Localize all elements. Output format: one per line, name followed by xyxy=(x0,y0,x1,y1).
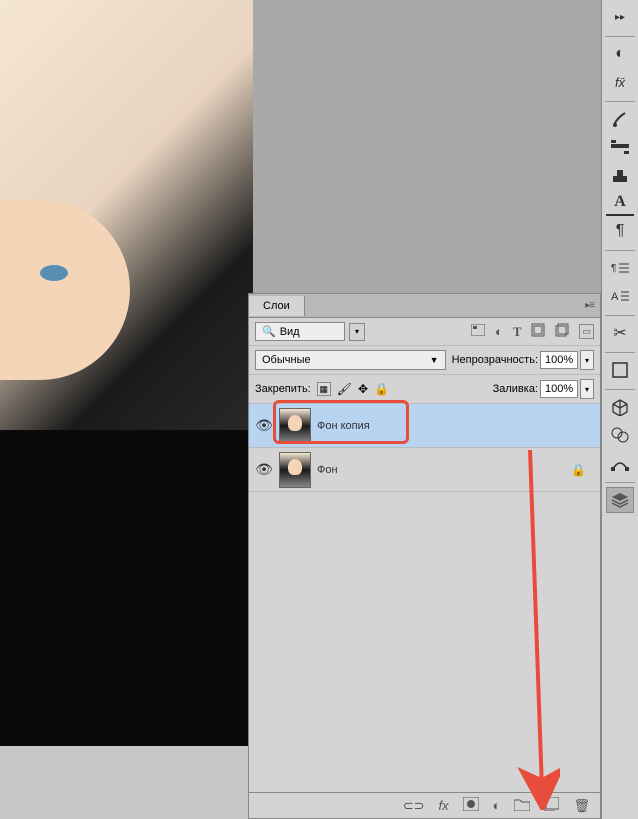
3d-icon[interactable] xyxy=(606,394,634,420)
lock-icon[interactable]: 🔒 xyxy=(571,463,586,477)
lock-all-icon[interactable]: 🔒 xyxy=(374,382,389,396)
right-sidebar: ▸▸ ◐ fx̄ A ¶ ¶ A ✂ xyxy=(601,0,638,819)
opacity-dropdown-icon[interactable]: ▾ xyxy=(580,350,594,370)
delete-layer-icon[interactable]: 🗑 xyxy=(573,798,590,814)
blend-row: Обычные ▼ Непрозрачность: 100% ▾ xyxy=(249,346,600,375)
layer-item-fon-kopiya[interactable]: 👁 Фон копия xyxy=(249,404,600,448)
filter-adjustment-icon[interactable]: ◐ xyxy=(495,324,503,339)
navigator-icon[interactable] xyxy=(606,357,634,383)
filter-toggle-icon[interactable]: ▭ xyxy=(579,324,594,339)
adjustment-icon[interactable]: ◐ xyxy=(606,41,634,67)
blend-mode-value: Обычные xyxy=(262,354,311,366)
character-styles-icon[interactable]: A xyxy=(606,283,634,309)
workspace-background-bottom xyxy=(0,746,253,819)
visibility-icon[interactable]: 👁 xyxy=(255,417,273,434)
clone-source-icon[interactable] xyxy=(606,162,634,188)
filter-smart-icon[interactable] xyxy=(555,323,569,340)
fill-input[interactable]: 100% xyxy=(540,380,578,398)
layer-filter-select[interactable]: 🔍 Вид xyxy=(255,322,345,341)
layers-panel-icon[interactable] xyxy=(606,487,634,513)
lock-position-icon[interactable]: ✥ xyxy=(358,382,368,396)
link-layers-icon[interactable]: ⊂⊃ xyxy=(403,798,425,814)
layer-thumbnail[interactable] xyxy=(279,408,311,444)
fill-label: Заливка: xyxy=(493,383,538,395)
paragraph-styles-icon[interactable]: ¶ xyxy=(606,255,634,281)
filter-label: Вид xyxy=(280,326,300,338)
layer-item-fon[interactable]: 👁 Фон 🔒 xyxy=(249,448,600,492)
filter-pixel-icon[interactable] xyxy=(471,324,485,339)
paths-icon[interactable] xyxy=(606,450,634,476)
paragraph-icon[interactable]: ¶ xyxy=(606,218,634,244)
brush-panel-icon[interactable] xyxy=(606,106,634,132)
lock-paint-icon[interactable]: 🖌 xyxy=(337,382,352,396)
opacity-label: Непрозрачность: xyxy=(452,354,538,366)
collapse-panels-icon[interactable]: ▸▸ xyxy=(606,4,634,30)
opacity-input[interactable]: 100% xyxy=(540,351,578,369)
channels-icon[interactable] xyxy=(606,422,634,448)
chevron-down-icon: ▼ xyxy=(430,355,439,365)
new-layer-icon[interactable] xyxy=(544,797,559,814)
filter-shape-icon[interactable] xyxy=(531,323,545,340)
canvas-area[interactable] xyxy=(0,0,253,746)
lock-transparency-icon[interactable]: ▦ xyxy=(317,382,331,396)
character-icon[interactable]: A xyxy=(606,190,634,216)
layer-name[interactable]: Фон копия xyxy=(317,420,370,432)
fill-dropdown-icon[interactable]: ▾ xyxy=(580,379,594,399)
workspace-background xyxy=(253,0,601,293)
svg-text:¶: ¶ xyxy=(611,263,616,274)
filter-type-icon[interactable]: T xyxy=(513,324,522,340)
swatches-icon[interactable] xyxy=(606,134,634,160)
panel-menu-icon[interactable]: ▸≡ xyxy=(585,300,594,311)
layer-name[interactable]: Фон xyxy=(317,464,338,476)
lock-row: Закрепить: ▦ 🖌 ✥ 🔒 Заливка: 100% ▾ xyxy=(249,375,600,404)
tool-presets-icon[interactable]: ✂ xyxy=(606,320,634,346)
svg-text:A: A xyxy=(611,291,619,303)
layer-mask-icon[interactable] xyxy=(463,797,479,814)
lock-label: Закрепить: xyxy=(255,383,311,395)
layer-thumbnail[interactable] xyxy=(279,452,311,488)
adjustment-layer-icon[interactable]: ◐ xyxy=(493,798,501,813)
layer-group-icon[interactable] xyxy=(514,798,530,814)
panel-tabs: Слои ▸≡ xyxy=(249,294,600,318)
layer-style-icon[interactable]: fx xyxy=(439,798,449,813)
blend-mode-select[interactable]: Обычные ▼ xyxy=(255,350,446,370)
layers-panel-footer: ⊂⊃ fx ◐ 🗑 xyxy=(249,792,600,818)
layers-panel: Слои ▸≡ 🔍 Вид ▾ ◐ T ▭ Обычные ▼ xyxy=(248,293,601,819)
tab-layers[interactable]: Слои xyxy=(249,296,305,316)
layer-list: 👁 Фон копия 👁 Фон 🔒 xyxy=(249,404,600,492)
filter-row: 🔍 Вид ▾ ◐ T ▭ xyxy=(249,318,600,346)
document-image xyxy=(0,0,253,746)
visibility-icon[interactable]: 👁 xyxy=(255,461,273,478)
styles-icon[interactable]: fx̄ xyxy=(606,69,634,95)
filter-dropdown-icon[interactable]: ▾ xyxy=(349,323,365,341)
search-icon: 🔍 xyxy=(262,325,276,338)
